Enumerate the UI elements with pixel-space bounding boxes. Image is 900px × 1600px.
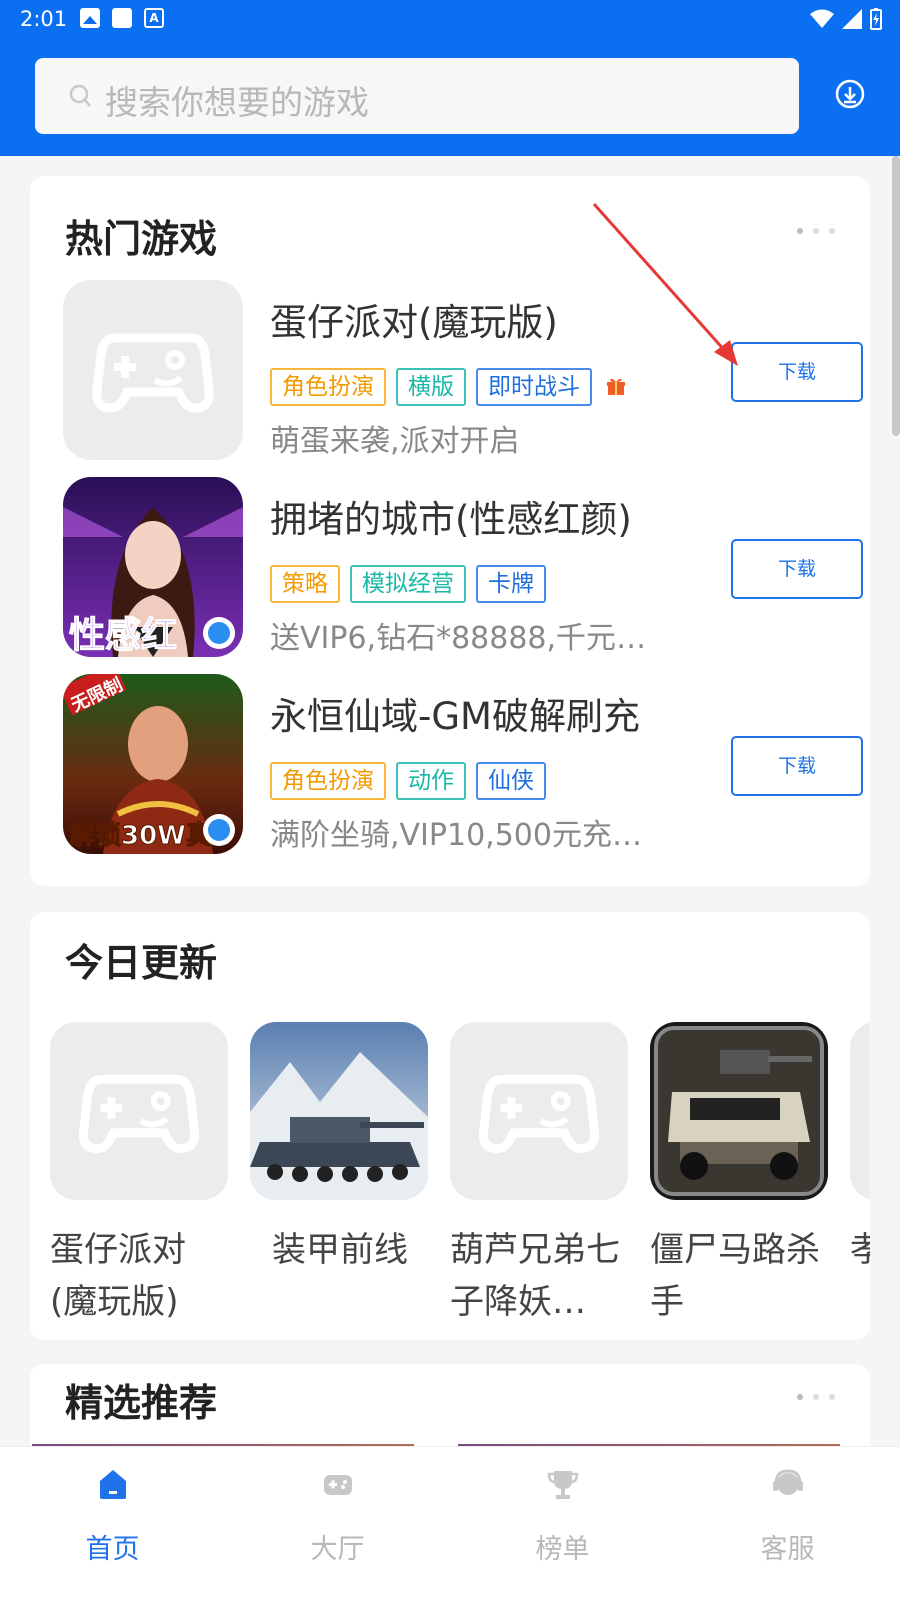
today-item-name: 蛋仔派对(魔玩版) — [50, 1230, 186, 1322]
today-item[interactable]: 葫芦兄弟七子降妖(免... — [450, 1022, 628, 1328]
hot-games-title: 热门游戏 — [65, 217, 218, 261]
download-button[interactable]: 下载 — [731, 736, 863, 796]
search-input[interactable]: 搜索你想要的游戏 — [35, 58, 799, 134]
tag-list: 角色扮演 动作 仙侠 — [270, 762, 546, 800]
game-tag: 横版 — [396, 368, 466, 406]
game-row[interactable]: 蛋仔派对(魔玩版) 角色扮演 横版 即时战斗 萌蛋来袭,派对开启 下载 — [63, 280, 863, 460]
search-placeholder: 搜索你想要的游戏 — [105, 83, 369, 122]
today-item[interactable]: 蛋仔派对(魔玩版) — [50, 1022, 228, 1328]
game-tag: 模拟经营 — [350, 565, 466, 603]
bottom-navigation: 首页 大厅 榜单 客服 — [0, 1446, 900, 1600]
header: 2:01 A 搜索你想要的游戏 — [0, 0, 900, 156]
game-tag: 即时战斗 — [476, 368, 592, 406]
today-item[interactable]: 装甲前线 — [250, 1022, 428, 1328]
search-icon — [69, 84, 91, 107]
game-row[interactable]: 性感红 拥堵的城市(性感红颜) 策略 模拟经营 卡牌 送VIP6,钻石*8888… — [63, 477, 863, 657]
wifi-icon — [810, 9, 834, 28]
armored-car-game-icon[interactable] — [650, 1022, 828, 1200]
download-button[interactable]: 下载 — [731, 539, 863, 599]
game-tag: 角色扮演 — [270, 762, 386, 800]
game-icon-girl[interactable]: 性感红 — [63, 477, 243, 657]
font-notification-icon: A — [144, 8, 164, 28]
today-item-name: 装甲前线 — [272, 1230, 408, 1270]
image-notification-icon — [80, 8, 100, 28]
tag-list: 策略 模拟经营 卡牌 — [270, 565, 546, 603]
today-list: 蛋仔派对(魔玩版) 装甲前线 葫芦兄弟七子降妖(免... — [50, 1022, 870, 1328]
tank-game-icon[interactable] — [250, 1022, 428, 1200]
download-button[interactable]: 下载 — [731, 342, 863, 402]
nav-label: 客服 — [760, 1534, 815, 1565]
today-item-name: 孝( — [850, 1224, 870, 1328]
game-tag: 策略 — [270, 565, 340, 603]
gift-icon — [607, 378, 625, 395]
nav-lobby[interactable]: 大厅 — [225, 1447, 450, 1600]
game-name[interactable]: 蛋仔派对(魔玩版) — [270, 292, 558, 346]
game-description: 萌蛋来袭,派对开启 — [270, 424, 520, 459]
carousel-dots — [797, 1394, 835, 1400]
tag-list: 角色扮演 横版 即时战斗 — [270, 368, 626, 406]
hot-games-card: 热门游戏 蛋仔派对(魔玩版) 角色扮演 横版 即时战斗 萌蛋来袭,派对开启 下载 — [30, 176, 870, 886]
app-notification-icon — [112, 8, 132, 28]
nav-rankings[interactable]: 榜单 — [450, 1447, 675, 1600]
today-updates-card: 今日更新 蛋仔派对(魔玩版) 装甲前线 葫芦兄弟七子降妖 僵尸马路杀手 — [30, 912, 870, 1340]
scrollbar[interactable] — [892, 156, 900, 436]
game-tag: 动作 — [396, 762, 466, 800]
home-icon — [99, 1470, 126, 1499]
battery-icon — [870, 8, 882, 30]
game-description: 送VIP6,钻石*88888,千元充... — [270, 621, 670, 656]
game-name[interactable]: 永恒仙域-GM破解刷充 — [270, 686, 640, 740]
game-placeholder-icon[interactable] — [63, 280, 243, 460]
nav-support[interactable]: 客服 — [675, 1447, 900, 1600]
status-bar: 2:01 A — [0, 0, 900, 40]
game-tag: 卡牌 — [476, 565, 546, 603]
icon-art-text: 性感红 — [69, 615, 177, 656]
nav-home[interactable]: 首页 — [0, 1447, 225, 1600]
today-item-name: 僵尸马路杀手 — [650, 1230, 820, 1322]
game-placeholder-icon[interactable] — [50, 1022, 228, 1200]
game-tag: 角色扮演 — [270, 368, 386, 406]
game-placeholder-icon[interactable] — [850, 1022, 870, 1200]
download-manager-icon[interactable] — [834, 78, 866, 110]
nav-label: 大厅 — [310, 1534, 365, 1565]
game-placeholder-icon[interactable] — [450, 1022, 628, 1200]
game-description: 满阶坐骑,VIP10,500元充值卡 — [270, 818, 670, 853]
carousel-dots — [797, 228, 835, 234]
game-icon-warrior[interactable]: 无限制 解锁30W真 — [63, 674, 243, 854]
nav-label: 首页 — [85, 1534, 140, 1565]
today-item-name: 葫芦兄弟七子降妖(免... — [450, 1230, 620, 1322]
today-item[interactable]: 僵尸马路杀手 — [650, 1022, 828, 1328]
headset-icon — [772, 1469, 803, 1495]
icon-art-text: 解锁30W真 — [69, 820, 212, 851]
featured-picks-title: 精选推荐 — [65, 1381, 218, 1425]
status-time: 2:01 — [20, 7, 68, 31]
signal-icon — [842, 9, 862, 29]
game-tag: 仙侠 — [476, 762, 546, 800]
nav-label: 榜单 — [535, 1534, 590, 1565]
today-updates-title: 今日更新 — [65, 941, 218, 985]
trophy-icon — [547, 1471, 578, 1499]
gamepad-icon — [323, 1475, 352, 1495]
game-row[interactable]: 无限制 解锁30W真 永恒仙域-GM破解刷充 角色扮演 动作 仙侠 满阶坐骑,V… — [63, 674, 863, 854]
game-name[interactable]: 拥堵的城市(性感红颜) — [270, 489, 632, 543]
today-item[interactable]: 孝( — [850, 1022, 870, 1328]
